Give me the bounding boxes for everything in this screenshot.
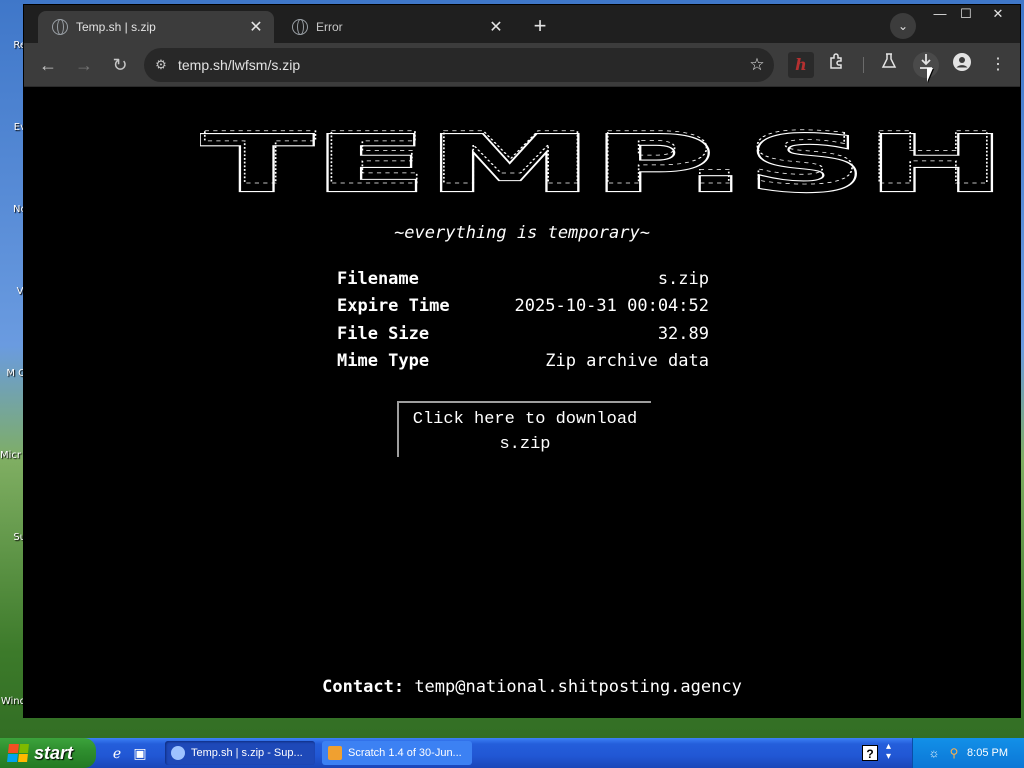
help-icon[interactable]: ?: [862, 745, 878, 761]
file-info-table: Filename s.zip Expire Time 2025-10-31 00…: [337, 265, 709, 375]
mouse-cursor-icon: [927, 68, 933, 82]
extension-icon[interactable]: h: [788, 52, 814, 78]
globe-icon: [292, 19, 308, 35]
contact-line: Contact: temp@national.shitposting.agenc…: [24, 677, 1020, 697]
tab-error[interactable]: Error ✕: [278, 11, 514, 43]
file-info-value: s.zip: [657, 268, 709, 289]
temp-sh-logo: TEMP.SH TEMP.SH: [200, 129, 1007, 195]
start-label: start: [34, 742, 74, 763]
file-info-row: File Size 32.89: [337, 320, 709, 348]
download-icon[interactable]: [913, 52, 939, 78]
tab-title: Temp.sh | s.zip: [76, 20, 156, 34]
taskbar: start ℯ ▣ Temp.sh | s.zip - Sup... Scrat…: [0, 738, 1024, 768]
close-tab-icon[interactable]: ✕: [244, 17, 268, 37]
file-info-value: Zip archive data: [545, 351, 709, 372]
back-button[interactable]: ←: [34, 51, 62, 79]
tab-title: Error: [316, 20, 343, 34]
file-info-row: Expire Time 2025-10-31 00:04:52: [337, 293, 709, 321]
browser-task-icon: [171, 746, 185, 760]
minimize-button[interactable]: —: [926, 5, 954, 25]
taskbar-task-browser[interactable]: Temp.sh | s.zip - Sup...: [165, 741, 315, 765]
file-info-key: File Size: [337, 323, 430, 344]
page-content: TEMP.SH TEMP.SH ~everything is temporary…: [24, 87, 1020, 717]
maximize-button[interactable]: ☐: [952, 5, 980, 25]
file-info-key: Expire Time: [337, 296, 450, 317]
file-info-value: 32.89: [657, 323, 709, 344]
network-icon[interactable]: ☼: [927, 746, 941, 760]
logo-inner-outline: TEMP.SH: [204, 129, 1002, 195]
file-info-key: Filename: [337, 268, 419, 289]
forward-button[interactable]: →: [70, 51, 98, 79]
task-label: Scratch 1.4 of 30-Jun...: [348, 747, 462, 759]
download-button-line2: s.zip: [499, 435, 551, 454]
desktop-quicklaunch-icon[interactable]: ▣: [131, 744, 149, 762]
close-window-button[interactable]: ✕: [984, 5, 1012, 25]
extensions-puzzle-icon[interactable]: [824, 52, 850, 78]
ie-quicklaunch-icon[interactable]: ℯ: [108, 744, 126, 762]
start-button[interactable]: start: [0, 738, 96, 768]
clock[interactable]: 8:05 PM: [967, 747, 1008, 759]
download-button[interactable]: Click here to download s.zip: [397, 401, 651, 457]
file-info-key: Mime Type: [337, 351, 430, 372]
menu-kebab-icon[interactable]: ⋮: [985, 52, 1011, 78]
task-label: Temp.sh | s.zip - Sup...: [191, 747, 303, 759]
bookmark-star-icon[interactable]: ☆: [740, 55, 774, 75]
toolbar-separator: [863, 57, 864, 73]
address-bar[interactable]: ⚙ temp.sh/lwfsm/s.zip ☆: [144, 48, 774, 82]
url-text[interactable]: temp.sh/lwfsm/s.zip: [178, 57, 740, 73]
tab-search-button[interactable]: ⌄: [890, 13, 916, 39]
download-button-line1: Click here to download: [412, 410, 638, 429]
close-tab-icon[interactable]: ✕: [484, 17, 508, 37]
contact-label: Contact:: [322, 677, 405, 697]
profile-icon[interactable]: [949, 52, 975, 78]
browser-window: Temp.sh | s.zip ✕ Error ✕ + ⌄ — ☐ ✕ ← → …: [23, 4, 1021, 718]
tab-strip: Temp.sh | s.zip ✕ Error ✕ + ⌄ — ☐ ✕: [24, 5, 1020, 43]
search-tray-icon[interactable]: ⚲: [947, 746, 961, 760]
tagline: ~everything is temporary~: [394, 223, 650, 243]
contact-email[interactable]: temp@national.shitposting.agency: [414, 677, 742, 697]
file-info-value: 2025-10-31 00:04:52: [514, 296, 709, 317]
taskbar-task-scratch[interactable]: Scratch 1.4 of 30-Jun...: [322, 741, 472, 765]
tab-temp-sh[interactable]: Temp.sh | s.zip ✕: [38, 11, 274, 43]
reload-button[interactable]: ↻: [106, 51, 134, 79]
file-info-row: Mime Type Zip archive data: [337, 348, 709, 376]
windows-flag-icon: [7, 744, 29, 762]
globe-icon: [52, 19, 68, 35]
scratch-task-icon: [328, 746, 342, 760]
new-tab-button[interactable]: +: [526, 13, 554, 41]
browser-toolbar: ← → ↻ ⚙ temp.sh/lwfsm/s.zip ☆ h ⋮: [24, 43, 1020, 87]
file-info-row: Filename s.zip: [337, 265, 709, 293]
system-tray: ☼ ⚲ 8:05 PM: [912, 738, 1024, 768]
labs-flask-icon[interactable]: [876, 52, 902, 78]
site-info-icon[interactable]: ⚙: [144, 57, 178, 73]
tray-arrows-icon[interactable]: ▴ ▾: [886, 742, 891, 762]
